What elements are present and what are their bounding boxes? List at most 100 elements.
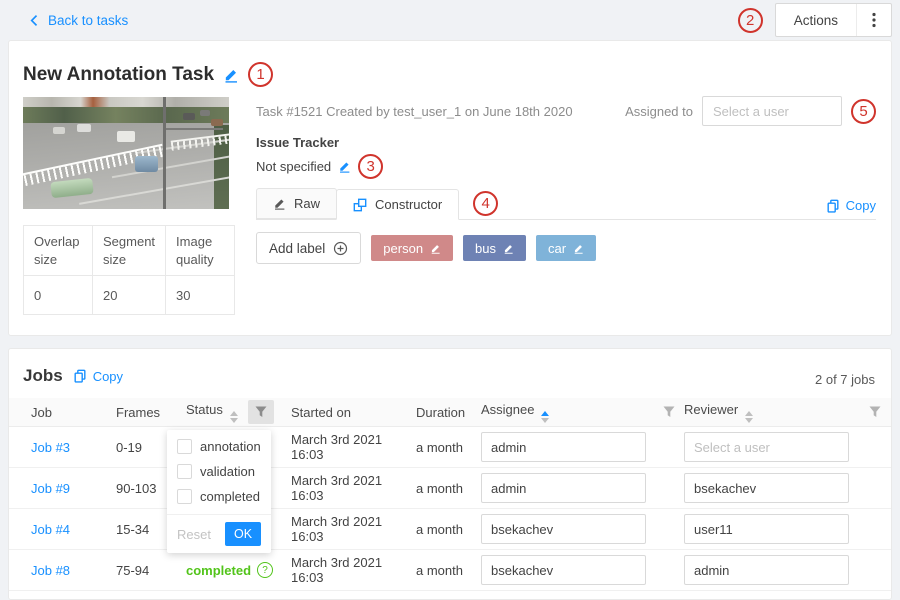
- checkbox-icon[interactable]: [177, 464, 192, 479]
- filter-ok-button[interactable]: OK: [225, 522, 261, 546]
- issue-tracker-value: Not specified: [256, 159, 331, 174]
- col-header-started: Started on: [283, 398, 408, 427]
- pencil-icon: [273, 197, 286, 210]
- label-chip-bus[interactable]: bus: [463, 235, 526, 261]
- task-parameters-table: Overlap size Segment size Image quality …: [23, 225, 235, 315]
- col-header-frames: Frames: [108, 398, 178, 427]
- annotation-marker-5: 5: [851, 99, 876, 124]
- filter-option-validation-label: validation: [200, 464, 255, 479]
- filter-reset-button[interactable]: Reset: [177, 527, 211, 542]
- col-header-status[interactable]: Status: [178, 398, 238, 427]
- copy-icon: [826, 199, 840, 213]
- job-link[interactable]: Job #4: [31, 522, 70, 537]
- back-to-tasks-label: Back to tasks: [48, 13, 128, 28]
- assigned-to-label: Assigned to: [625, 104, 693, 119]
- param-value-segment: 20: [93, 276, 166, 315]
- edit-label-icon[interactable]: [573, 243, 584, 254]
- copy-icon: [73, 369, 87, 383]
- edit-label-icon[interactable]: [503, 243, 514, 254]
- back-to-tasks-link[interactable]: Back to tasks: [28, 13, 128, 28]
- started-cell: March 3rd 2021 16:03: [283, 468, 408, 509]
- jobs-title: Jobs: [23, 366, 63, 386]
- reviewer-input[interactable]: [684, 555, 849, 585]
- actions-button[interactable]: Actions: [775, 3, 892, 37]
- job-link[interactable]: Job #9: [31, 481, 70, 496]
- label-chip-car-name: car: [548, 241, 566, 256]
- started-cell: March 3rd 2021 16:03: [283, 550, 408, 591]
- tab-raw-label: Raw: [294, 196, 320, 211]
- copy-labels-label: Copy: [846, 198, 876, 213]
- sort-icon-assignee[interactable]: [541, 411, 549, 423]
- col-header-reviewer[interactable]: Reviewer: [676, 398, 859, 427]
- assignee-input[interactable]: [481, 432, 646, 462]
- block-icon: [353, 198, 367, 212]
- annotation-marker-2: 2: [738, 8, 763, 33]
- actions-button-label: Actions: [776, 4, 857, 36]
- annotation-marker-1: 1: [248, 62, 273, 87]
- add-label-button[interactable]: Add label: [256, 232, 361, 264]
- duration-cell: a month: [408, 468, 473, 509]
- task-thumbnail: [23, 97, 229, 209]
- annotation-marker-4: 4: [473, 191, 498, 216]
- jobs-card: Jobs Copy 2 of 7 jobs Job Frames Status …: [8, 348, 892, 600]
- filter-icon-reviewer[interactable]: [862, 400, 888, 424]
- assigned-to-input[interactable]: [702, 96, 842, 126]
- label-chip-car[interactable]: car: [536, 235, 596, 261]
- checkbox-icon[interactable]: [177, 439, 192, 454]
- assignee-input[interactable]: [481, 514, 646, 544]
- param-header-quality: Image quality: [166, 226, 235, 276]
- filter-icon-status[interactable]: [248, 400, 274, 424]
- question-circle-icon[interactable]: [257, 562, 273, 578]
- label-chip-person-name: person: [383, 241, 423, 256]
- job-link[interactable]: Job #3: [31, 440, 70, 455]
- filter-icon-assignee[interactable]: [656, 400, 682, 424]
- edit-label-icon[interactable]: [430, 243, 441, 254]
- issue-tracker-label: Issue Tracker: [256, 135, 339, 150]
- copy-jobs-link[interactable]: Copy: [73, 369, 123, 384]
- table-row: Job #8 75-94 completed March 3rd 2021 16…: [9, 550, 891, 591]
- tab-constructor-label: Constructor: [375, 197, 442, 212]
- reviewer-input[interactable]: [684, 432, 849, 462]
- edit-task-name-icon[interactable]: [223, 67, 239, 83]
- duration-cell: a month: [408, 550, 473, 591]
- annotation-marker-3: 3: [358, 154, 383, 179]
- tab-raw[interactable]: Raw: [256, 188, 337, 219]
- col-header-assignee[interactable]: Assignee: [473, 398, 656, 427]
- table-row: Job #3 0-19 March 3rd 2021 16:03 a month: [9, 427, 891, 468]
- plus-circle-icon: [333, 241, 348, 256]
- sort-icon-status[interactable]: [230, 411, 238, 423]
- filter-option-annotation-label: annotation: [200, 439, 261, 454]
- assignee-input[interactable]: [481, 473, 646, 503]
- copy-labels-link[interactable]: Copy: [826, 198, 876, 213]
- labels-tabs: Raw Constructor 4 Copy: [256, 189, 876, 220]
- top-bar: Back to tasks 2 Actions: [0, 0, 900, 40]
- chevron-left-icon: [28, 14, 41, 27]
- frames-cell: 75-94: [108, 550, 178, 591]
- status-cell: completed: [186, 563, 251, 578]
- task-meta-text: Task #1521 Created by test_user_1 on Jun…: [256, 104, 573, 119]
- col-header-duration: Duration: [408, 398, 473, 427]
- tab-constructor[interactable]: Constructor: [336, 189, 459, 220]
- param-header-overlap: Overlap size: [24, 226, 93, 276]
- filter-option-annotation[interactable]: annotation: [167, 434, 271, 459]
- duration-cell: a month: [408, 509, 473, 550]
- filter-option-completed-label: completed: [200, 489, 260, 504]
- status-filter-dropdown: annotation validation completed Reset OK: [167, 430, 271, 553]
- edit-issue-tracker-icon[interactable]: [338, 160, 351, 173]
- checkbox-icon[interactable]: [177, 489, 192, 504]
- assignee-input[interactable]: [481, 555, 646, 585]
- sort-icon-reviewer[interactable]: [745, 411, 753, 423]
- jobs-table: Job Frames Status Started on Duration As…: [9, 398, 891, 591]
- col-header-job: Job: [9, 398, 108, 427]
- add-label-button-text: Add label: [269, 241, 325, 256]
- label-chip-person[interactable]: person: [371, 235, 453, 261]
- more-vertical-icon[interactable]: [857, 12, 891, 28]
- filter-option-validation[interactable]: validation: [167, 459, 271, 484]
- table-row: Job #9 90-103 March 3rd 2021 16:03 a mon…: [9, 468, 891, 509]
- job-link[interactable]: Job #8: [31, 563, 70, 578]
- reviewer-input[interactable]: [684, 473, 849, 503]
- task-details-card: New Annotation Task 1 Overlap size Segme…: [8, 40, 892, 336]
- reviewer-input[interactable]: [684, 514, 849, 544]
- param-header-segment: Segment size: [93, 226, 166, 276]
- filter-option-completed[interactable]: completed: [167, 484, 271, 509]
